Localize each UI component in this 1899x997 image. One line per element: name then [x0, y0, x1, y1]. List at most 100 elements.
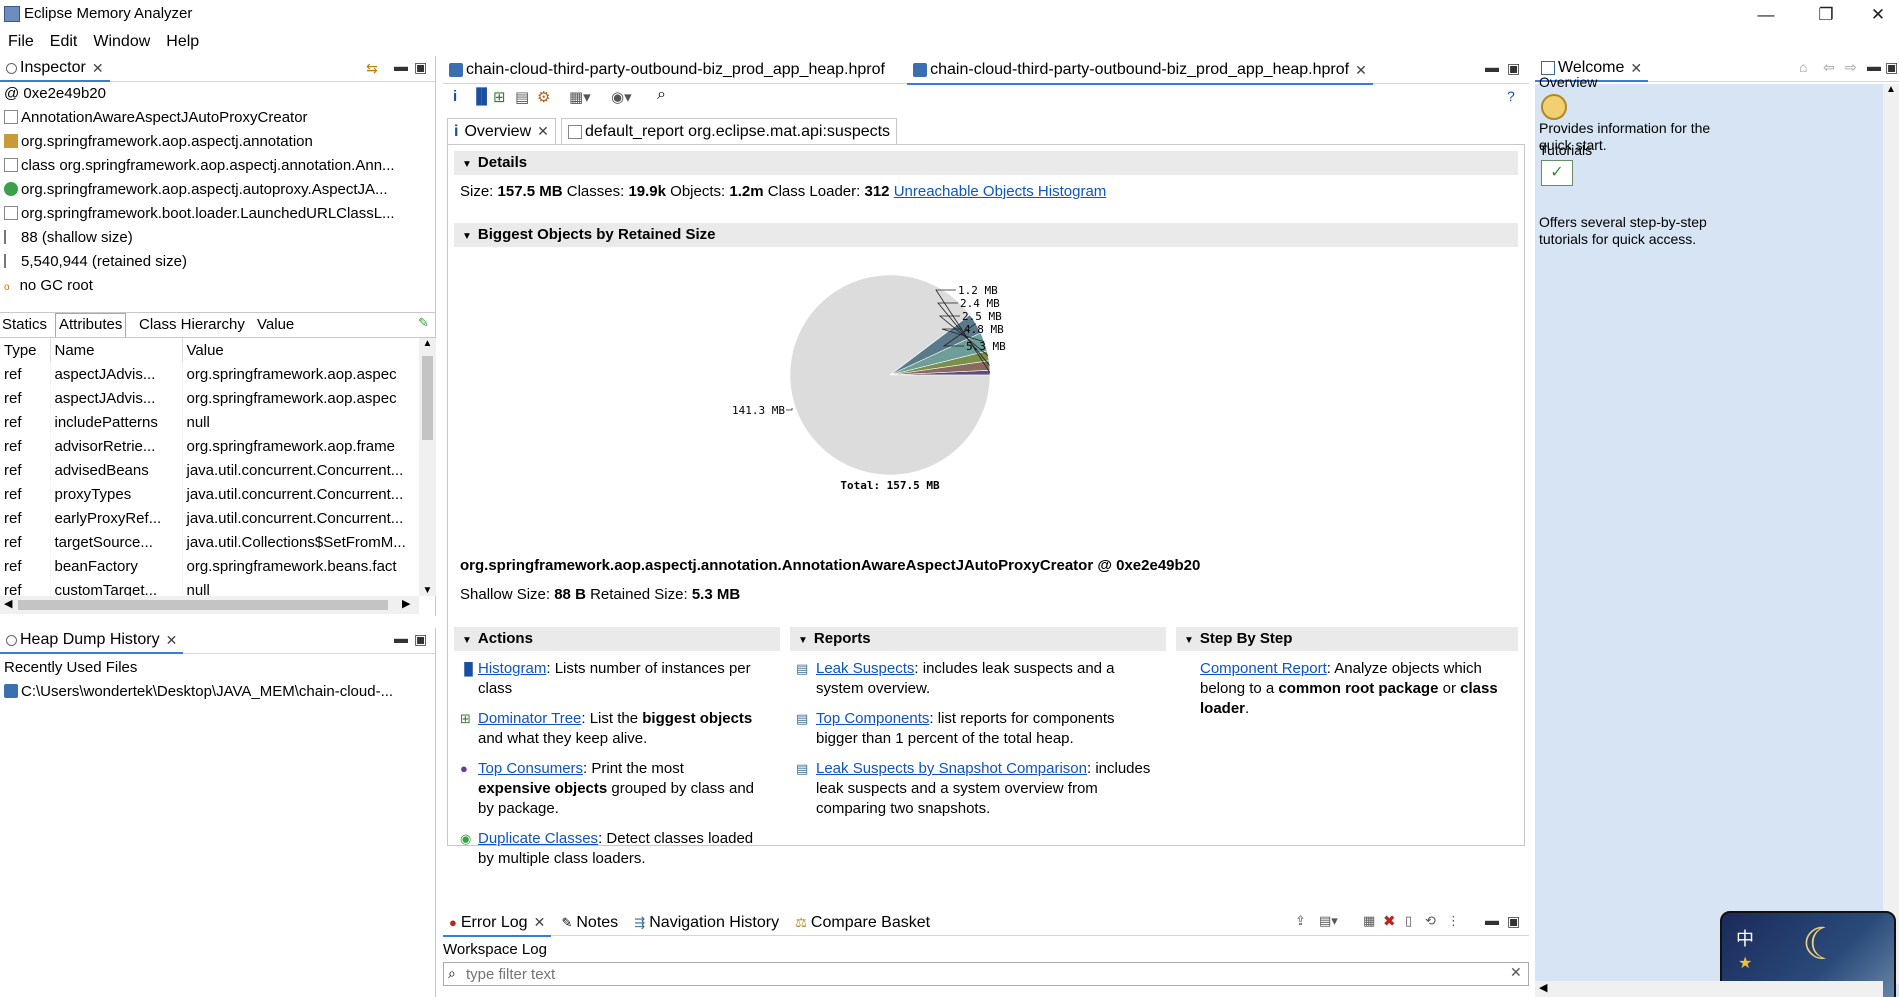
tab-notes[interactable]: ✎ Notes — [555, 910, 624, 936]
minimize-icon[interactable]: ▬ — [1867, 58, 1881, 74]
details-header[interactable]: ▼ Details — [454, 151, 1518, 175]
collapse-icon[interactable]: ▼ — [462, 635, 472, 646]
clear-log-icon[interactable]: ▦ — [1363, 913, 1375, 929]
top-components-link[interactable]: Top Components — [816, 710, 929, 727]
table-row[interactable]: ref proxyTypes java.util.concurrent.Concur… — [0, 482, 418, 506]
table-row[interactable]: ref aspectJAdvis... org.springframework.ao… — [0, 386, 418, 410]
tab-inspector[interactable]: Inspector ✕ — [0, 56, 110, 82]
biggest-object-name[interactable]: org.springframework.aop.aspectj.annotati… — [460, 557, 1200, 574]
scroll-down-icon[interactable]: ▼ — [419, 585, 436, 596]
log-filter-input[interactable] — [466, 964, 1496, 984]
step-by-step-header[interactable]: ▼ Step By Step — [1176, 627, 1518, 651]
scroll-left-icon[interactable]: ◀ — [1539, 981, 1547, 994]
table-row[interactable]: ref customTarget... null — [0, 578, 418, 596]
collapse-icon[interactable]: ▼ — [462, 159, 472, 170]
welcome-hscrollbar[interactable]: ◀ — [1535, 981, 1883, 997]
scroll-thumb[interactable] — [422, 356, 433, 440]
delete-log-icon[interactable]: ✖ — [1383, 912, 1396, 930]
scroll-left-icon[interactable]: ◀ — [4, 597, 12, 610]
close-icon[interactable]: ✕ — [1355, 62, 1367, 79]
component-report-link[interactable]: Component Report — [1200, 660, 1327, 677]
info-icon[interactable]: i — [453, 88, 457, 105]
welcome-vscrollbar[interactable]: ▲ — [1883, 84, 1899, 984]
reports-header[interactable]: ▼ Reports — [790, 627, 1166, 651]
dominator-tree-icon[interactable]: ⊞ — [493, 88, 506, 106]
log-filter-field[interactable]: ⌕ ✕ — [443, 962, 1529, 986]
biggest-objects-header[interactable]: ▼ Biggest Objects by Retained Size — [454, 223, 1518, 247]
menu-file[interactable]: File — [0, 30, 42, 54]
scroll-up-icon[interactable]: ▲ — [419, 338, 436, 349]
ime-indicator-icon[interactable]: 中 — [1736, 925, 1754, 951]
maximize-button[interactable]: ❐ — [1806, 2, 1846, 28]
query-browser-icon[interactable]: ◉▾ — [611, 88, 632, 106]
minimize-icon[interactable]: ▬ — [394, 630, 408, 646]
close-icon[interactable]: ✕ — [537, 123, 549, 140]
home-icon[interactable]: ⌂ — [1799, 59, 1807, 75]
minimize-button[interactable]: — — [1746, 2, 1786, 28]
histogram-icon[interactable]: ▐▌ — [471, 88, 492, 105]
restore-log-icon[interactable]: ⟲ — [1425, 913, 1436, 929]
overview-bulb-icon[interactable] — [1541, 94, 1567, 120]
tab-heap-dump-history[interactable]: Heap Dump History ✕ — [0, 628, 184, 654]
back-icon[interactable]: ⇦ — [1823, 59, 1835, 76]
view-menu-icon[interactable]: ⋮ — [1447, 913, 1460, 929]
thread-overview-icon[interactable]: ⚙ — [537, 88, 550, 106]
table-row[interactable]: ref earlyProxyRef... java.util.concurrent.… — [0, 506, 418, 530]
column-value[interactable]: Value — [181, 338, 418, 362]
forward-icon[interactable]: ⇨ — [1845, 59, 1857, 76]
tab-default-report[interactable]: default_report org.eclipse.mat.api:suspe… — [561, 118, 898, 144]
open-log-icon[interactable]: ▯ — [1405, 913, 1412, 929]
table-row[interactable]: ref targetSource... java.util.Collections$… — [0, 530, 418, 554]
column-name[interactable]: Name — [49, 338, 182, 362]
menu-help[interactable]: Help — [158, 30, 207, 54]
collapse-icon[interactable]: ▼ — [798, 635, 808, 646]
close-icon[interactable]: ✕ — [534, 914, 546, 931]
recent-file-item[interactable]: C:\Users\wondertek\Desktop\JAVA_MEM\chai… — [0, 680, 435, 704]
tab-statics[interactable]: Statics — [2, 316, 47, 333]
link-icon[interactable]: ⇆ — [366, 60, 378, 77]
menu-window[interactable]: Window — [85, 30, 158, 54]
table-row[interactable]: ref beanFactory org.springframework.beans.… — [0, 554, 418, 578]
pin-icon[interactable]: ✎ — [418, 315, 429, 331]
tab-navigation-history[interactable]: ⇶ Navigation History — [628, 910, 785, 936]
attributes-vscrollbar[interactable]: ▲ ▼ — [419, 338, 436, 596]
maximize-icon[interactable]: ▣ — [1507, 60, 1520, 77]
duplicate-classes-link[interactable]: Duplicate Classes — [478, 830, 598, 847]
leak-suspects-comparison-link[interactable]: Leak Suspects by Snapshot Comparison — [816, 760, 1087, 777]
dominator-tree-link[interactable]: Dominator Tree — [478, 710, 581, 727]
import-log-icon[interactable]: ▤▾ — [1319, 913, 1338, 929]
table-row[interactable]: ref advisorRetrie... org.springframework.a… — [0, 434, 418, 458]
actions-header[interactable]: ▼ Actions — [454, 627, 780, 651]
run-report-icon[interactable]: ▦▾ — [569, 88, 591, 106]
scroll-up-icon[interactable]: ▲ — [1883, 84, 1899, 95]
minimize-icon[interactable]: ▬ — [1485, 59, 1499, 75]
clear-filter-icon[interactable]: ✕ — [1510, 964, 1522, 981]
hscroll-thumb[interactable] — [18, 600, 388, 610]
tab-value[interactable]: Value — [257, 316, 294, 333]
close-icon[interactable]: ✕ — [1630, 60, 1642, 77]
menu-edit[interactable]: Edit — [42, 30, 86, 54]
overview-title[interactable]: Overview — [1539, 74, 1597, 90]
top-consumers-link[interactable]: Top Consumers — [478, 760, 583, 777]
editor-tab-1[interactable]: chain-cloud-third-party-outbound-biz_pro… — [443, 56, 891, 84]
help-icon[interactable]: ? — [1507, 88, 1515, 104]
minimize-icon[interactable]: ▬ — [1485, 912, 1499, 928]
maximize-icon[interactable]: ▣ — [414, 631, 427, 648]
close-window-button[interactable]: ✕ — [1858, 2, 1898, 28]
maximize-icon[interactable]: ▣ — [1885, 59, 1898, 76]
close-icon[interactable]: ✕ — [166, 632, 178, 649]
tutorials-title[interactable]: Tutorials — [1539, 142, 1592, 158]
column-type[interactable]: Type — [0, 338, 50, 362]
table-row[interactable]: ref advisedBeans java.util.concurrent.Conc… — [0, 458, 418, 482]
maximize-icon[interactable]: ▣ — [414, 59, 427, 76]
table-row[interactable]: ref aspectJAdvis... org.springframework.ao… — [0, 362, 418, 386]
close-icon[interactable]: ✕ — [92, 60, 104, 77]
attributes-hscrollbar[interactable]: ◀ ▶ — [0, 596, 419, 614]
tab-error-log[interactable]: ● Error Log ✕ — [443, 911, 552, 937]
editor-tab-2[interactable]: chain-cloud-third-party-outbound-biz_pro… — [907, 57, 1373, 85]
retained-size-pie-chart[interactable]: 1.2 MB2.4 MB2.5 MB4.8 MB 5.3 MB 141.3 MB To… — [728, 255, 1148, 495]
minimize-icon[interactable]: ▬ — [394, 58, 408, 74]
collapse-icon[interactable]: ▼ — [1184, 635, 1194, 646]
scroll-right-icon[interactable]: ▶ — [402, 597, 410, 610]
search-icon[interactable]: ⌕ — [657, 86, 666, 104]
